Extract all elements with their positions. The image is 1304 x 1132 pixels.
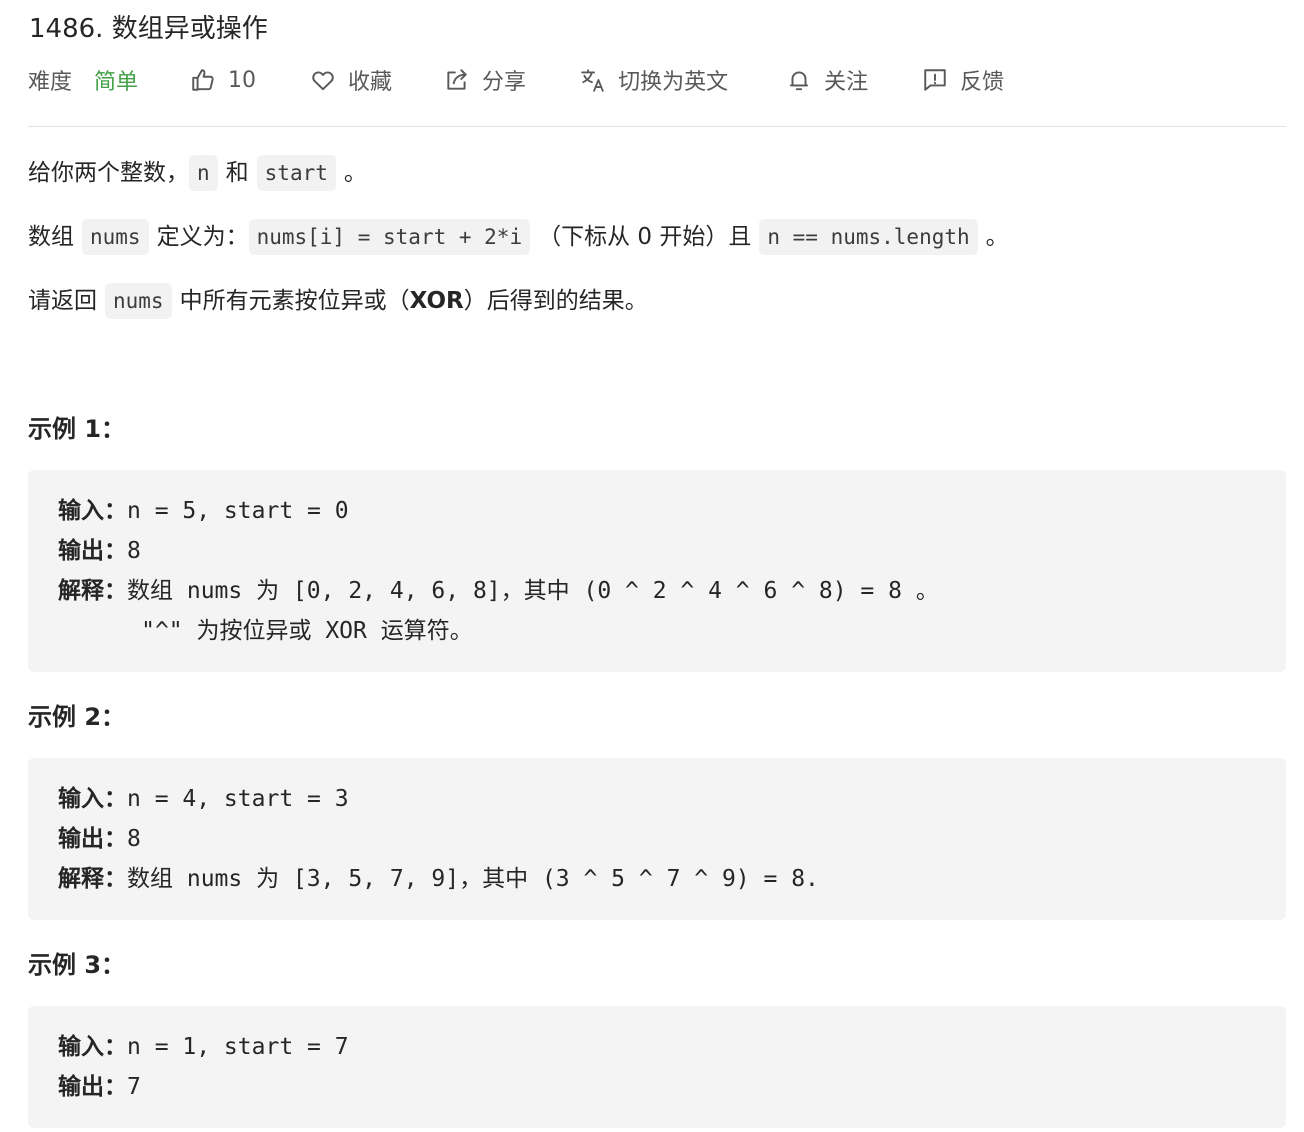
bell-icon <box>786 67 812 93</box>
share-button[interactable]: 分享 <box>444 64 526 96</box>
example-1-title: 示例 1： <box>28 415 126 443</box>
example-input: n = 1, start = 7 <box>127 1034 349 1060</box>
translate-icon <box>580 67 606 93</box>
difficulty-value: 简单 <box>94 70 139 95</box>
feedback-button[interactable]: 反馈 <box>922 64 1004 96</box>
explanation-label: 解释： <box>58 578 127 604</box>
inline-code: nums[i] = start + 2*i <box>248 219 531 255</box>
problem-meta-bar: 难度 简单 10 收藏 分享 切换为英文 关注 反馈 <box>28 62 1004 98</box>
example-output: 8 <box>127 826 141 852</box>
description-text: 给你两个整数， <box>28 160 189 186</box>
share-label: 分享 <box>482 70 527 95</box>
inline-code: nums <box>82 219 149 255</box>
input-label: 输入： <box>58 786 127 812</box>
description-paragraph-2: 数组 nums 定义为： nums[i] = start + 2*i （下标从 0 开始… <box>28 217 1009 257</box>
like-count: 10 <box>228 67 257 93</box>
inline-code: n == nums.length <box>759 219 978 255</box>
example-input: n = 4, start = 3 <box>127 786 349 812</box>
input-label: 输入： <box>58 1034 127 1060</box>
output-label: 输出： <box>58 538 127 564</box>
description-text: 和 <box>225 160 249 186</box>
like-button[interactable]: 10 <box>190 67 256 93</box>
output-label: 输出： <box>58 1074 127 1100</box>
follow-button[interactable]: 关注 <box>786 64 868 96</box>
inline-code: nums <box>105 283 172 319</box>
input-label: 输入： <box>58 498 127 524</box>
description-text: 定义为： <box>156 224 249 250</box>
explanation-label: 解释： <box>58 866 127 892</box>
divider <box>28 126 1286 127</box>
favorite-button[interactable]: 收藏 <box>310 64 392 96</box>
example-explanation-line-2: "^" 为按位异或 XOR 运算符。 <box>141 618 473 644</box>
description-text: 数组 <box>28 224 74 250</box>
switch-language-button[interactable]: 切换为英文 <box>580 64 728 96</box>
description-text: 。 <box>343 160 367 186</box>
follow-label: 关注 <box>824 70 869 95</box>
description-text: 请返回 <box>28 288 97 314</box>
inline-code: n <box>189 155 218 191</box>
inline-code: start <box>256 155 336 191</box>
favorite-label: 收藏 <box>348 70 393 95</box>
example-2-title: 示例 2： <box>28 703 126 731</box>
problem-title: 1486. 数组异或操作 <box>29 14 268 44</box>
description-text: （下标从 0 开始）且 <box>538 224 752 250</box>
description-text: 中所有元素按位异或（ <box>179 288 410 314</box>
example-1-box: 输入：n = 5, start = 0 输出：8 解释：数组 nums 为 [0… <box>28 470 1286 672</box>
difficulty-label: 难度 <box>28 70 73 95</box>
example-2-box: 输入：n = 4, start = 3 输出：8 解释：数组 nums 为 [3… <box>28 758 1286 920</box>
heart-icon <box>310 67 336 93</box>
feedback-label: 反馈 <box>960 70 1005 95</box>
share-icon <box>444 67 470 93</box>
description-paragraph-1: 给你两个整数， n 和 start 。 <box>28 153 367 193</box>
switch-language-label: 切换为英文 <box>618 70 729 95</box>
example-explanation: 数组 nums 为 [0, 2, 4, 6, 8]，其中 (0 ^ 2 ^ 4 … <box>127 578 939 604</box>
problem-page: 1486. 数组异或操作 难度 简单 10 收藏 分享 切换为英文 关注 反馈 … <box>0 0 1304 1132</box>
example-output: 7 <box>127 1074 141 1100</box>
feedback-icon <box>922 67 948 93</box>
description-text: 。 <box>985 224 1009 250</box>
example-explanation: 数组 nums 为 [3, 5, 7, 9]，其中 (3 ^ 5 ^ 7 ^ 9… <box>127 866 819 892</box>
example-output: 8 <box>127 538 141 564</box>
xor-bold: XOR <box>409 288 464 314</box>
example-3-box: 输入：n = 1, start = 7 输出：7 <box>28 1006 1286 1128</box>
example-input: n = 5, start = 0 <box>127 498 349 524</box>
example-3-title: 示例 3： <box>28 951 126 979</box>
description-paragraph-3: 请返回 nums 中所有元素按位异或（XOR）后得到的结果。 <box>28 281 648 321</box>
output-label: 输出： <box>58 826 127 852</box>
thumbs-up-icon <box>190 67 216 93</box>
description-text: ）后得到的结果。 <box>463 288 648 314</box>
